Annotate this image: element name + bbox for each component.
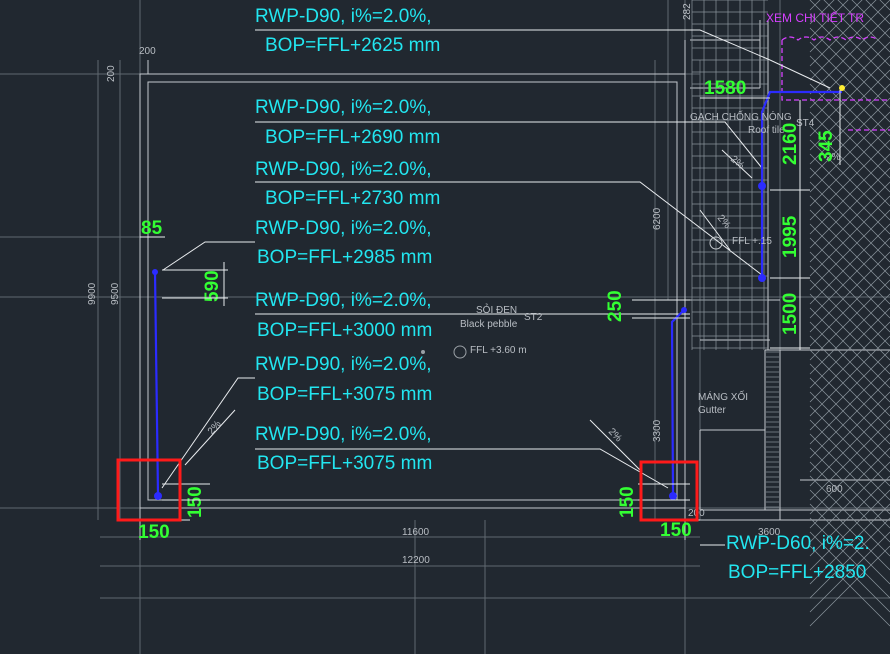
callout-8-line1: RWP-D60, i%=2. bbox=[726, 533, 870, 554]
dim-1995: 1995 bbox=[780, 215, 801, 258]
callout-6-line1: RWP-D90, i%=2.0%, bbox=[255, 354, 432, 375]
ffl-right-label: FFL +.15 bbox=[732, 236, 772, 247]
gutter-label: Gutter bbox=[698, 405, 726, 416]
dim-6200: 6200 bbox=[652, 207, 663, 230]
st2-label: ST2 bbox=[524, 312, 543, 323]
callout-4-line2: BOP=FFL+2985 mm bbox=[257, 247, 432, 268]
callout-4-line1: RWP-D90, i%=2.0%, bbox=[255, 218, 432, 239]
dim-9500: 9500 bbox=[110, 282, 121, 305]
dim-150-right-h: 150 bbox=[660, 520, 692, 541]
dim-150-left-h: 150 bbox=[138, 522, 170, 543]
callout-1-line1: RWP-D90, i%=2.0%, bbox=[255, 6, 432, 27]
dim-200-top: 200 bbox=[139, 46, 156, 57]
callout-7-line1: RWP-D90, i%=2.0%, bbox=[255, 424, 432, 445]
black-pebble-vn-label: SỎI ĐEN bbox=[476, 303, 517, 316]
dim-1500: 1500 bbox=[780, 293, 801, 335]
dim-1580: 1580 bbox=[704, 78, 746, 99]
dim-345: 345 bbox=[816, 130, 837, 162]
see-detail-label: XEM CHI TIẾT TR bbox=[766, 10, 864, 25]
dim-2160: 2160 bbox=[780, 123, 801, 165]
dim-150-left-v: 150 bbox=[185, 486, 206, 518]
dim-11600: 11600 bbox=[402, 527, 430, 538]
callout-3-line1: RWP-D90, i%=2.0%, bbox=[255, 159, 432, 180]
dim-200-left: 200 bbox=[106, 65, 117, 82]
dim-250: 250 bbox=[605, 290, 626, 322]
callout-1-line2: BOP=FFL+2625 mm bbox=[265, 35, 440, 56]
callout-3-line2: BOP=FFL+2730 mm bbox=[265, 188, 440, 209]
callout-8-line2: BOP=FFL+2850 bbox=[728, 562, 866, 583]
dim-600: 600 bbox=[826, 484, 843, 495]
dim-150-right-v: 150 bbox=[617, 486, 638, 518]
dim-12200: 12200 bbox=[402, 555, 430, 566]
callout-6-line2: BOP=FFL+3075 mm bbox=[257, 384, 432, 405]
callout-5-line1: RWP-D90, i%=2.0%, bbox=[255, 290, 432, 311]
callout-7-line2: BOP=FFL+3075 mm bbox=[257, 453, 432, 474]
callout-2-line2: BOP=FFL+2690 mm bbox=[265, 127, 440, 148]
dim-282: 282 bbox=[682, 3, 693, 20]
gutter-vn-label: MÁNG XỐI bbox=[698, 389, 748, 403]
callout-2-line1: RWP-D90, i%=2.0%, bbox=[255, 97, 432, 118]
cad-drawing-canvas: XEM CHI TIẾT TR 2% 2% 2% 2% 2% GẠCH CHỐN… bbox=[0, 0, 890, 654]
dim-9900: 9900 bbox=[87, 282, 98, 305]
ffl-level-label: FFL +3.60 m bbox=[470, 345, 527, 356]
black-pebble-label: Black pebble bbox=[460, 319, 518, 330]
callout-5-line2: BOP=FFL+3000 mm bbox=[257, 320, 432, 341]
dim-3300: 3300 bbox=[652, 419, 663, 442]
roof-insulation-label: GẠCH CHỐNG NÓNG bbox=[690, 109, 792, 123]
dim-85: 85 bbox=[141, 218, 163, 239]
dim-590: 590 bbox=[202, 270, 223, 302]
